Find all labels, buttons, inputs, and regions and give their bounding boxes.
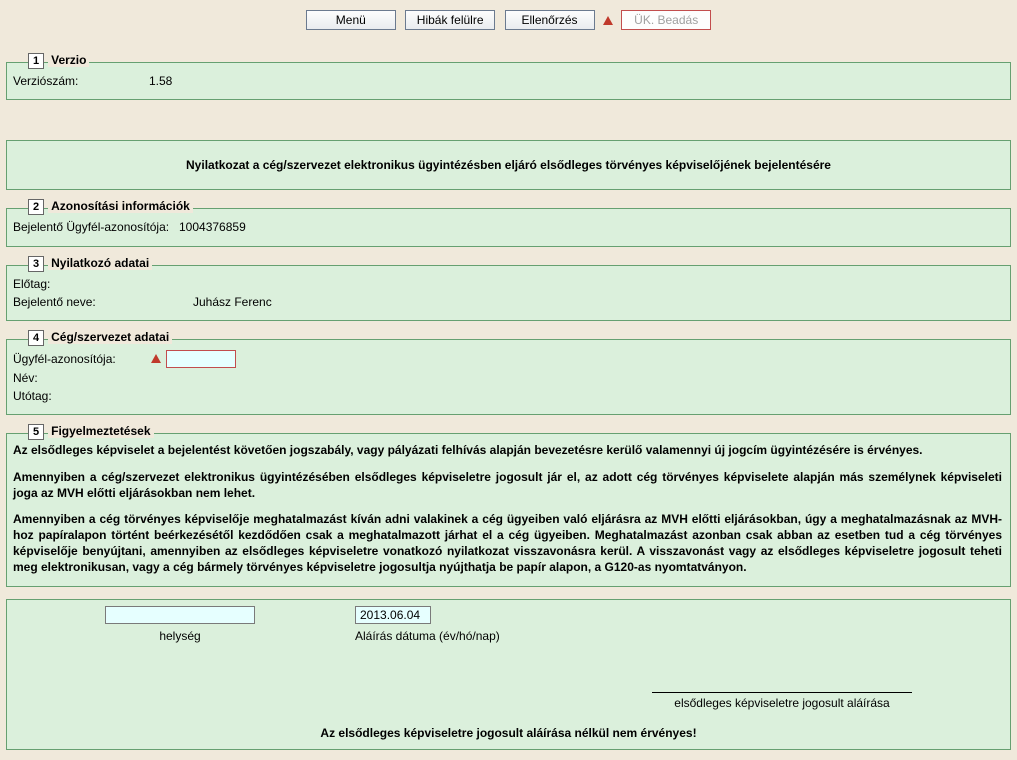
org-name-label: Név: (13, 370, 143, 386)
declaration-title-panel: Nyilatkozat a cég/szervezet elektronikus… (6, 140, 1011, 190)
section-number: 4 (28, 330, 44, 346)
section-identification: 2Azonosítási információk Bejelentő Ügyfé… (6, 208, 1011, 246)
declaration-title: Nyilatkozat a cég/szervezet elektronikus… (15, 151, 1002, 179)
toolbar: Menü Hibák felülre Ellenőrzés ÜK. Beadás (6, 6, 1011, 44)
place-input[interactable] (105, 606, 255, 624)
section-title: Figyelmeztetések (48, 424, 153, 438)
date-label: Aláírás dátuma (év/hó/nap) (355, 628, 500, 644)
section-organization: 4Cég/szervezet adatai Ügyfél-azonosítója… (6, 339, 1011, 415)
date-input[interactable]: 2013.06.04 (355, 606, 431, 624)
declarant-name-value: Juhász Ferenc (143, 294, 272, 310)
section-title: Azonosítási információk (48, 199, 193, 213)
section-number: 5 (28, 424, 44, 440)
section-legend: 5 Figyelmeztetések (28, 424, 154, 440)
signature-line: elsődleges képviseletre jogosult aláírás… (652, 692, 912, 711)
section-version: 1Verzio Verziószám: 1.58 (6, 62, 1011, 100)
version-label: Verziószám: (13, 73, 143, 89)
section-number: 3 (28, 256, 44, 272)
section-legend: 4 Cég/szervezet adatai (28, 330, 172, 346)
submit-button: ÜK. Beadás (621, 10, 711, 30)
date-column: 2013.06.04 Aláírás dátuma (év/hó/nap) (355, 606, 500, 644)
place-column: helység (105, 606, 255, 644)
section-signing: helység 2013.06.04 Aláírás dátuma (év/hó… (6, 599, 1011, 751)
check-button[interactable]: Ellenőrzés (505, 10, 595, 30)
section-number: 1 (28, 53, 44, 69)
warning-paragraph: Amennyiben a cég/szervezet elektronikus … (13, 469, 1002, 501)
menu-button[interactable]: Menü (306, 10, 396, 30)
errors-up-button[interactable]: Hibák felülre (405, 10, 495, 30)
section-title: Nyilatkozó adatai (48, 256, 152, 270)
warning-icon (603, 16, 613, 25)
section-legend: 3 Nyilatkozó adatai (28, 256, 152, 272)
org-suffix-label: Utótag: (13, 388, 143, 404)
warning-paragraph: Az elsődleges képviselet a bejelentést k… (13, 442, 1002, 458)
section-number: 2 (28, 199, 44, 215)
client-id-label: Bejelentő Ügyfél-azonosítója: (13, 219, 173, 235)
declarant-name-label: Bejelentő neve: (13, 294, 143, 310)
signing-bottom-warning: Az elsődleges képviseletre jogosult aláí… (15, 725, 1002, 741)
version-value: 1.58 (143, 73, 172, 89)
prefix-label: Előtag: (13, 276, 143, 292)
section-declarant: 3Nyilatkozó adatai Előtag: Bejelentő nev… (6, 265, 1011, 321)
warning-icon (151, 354, 161, 363)
org-id-label: Ügyfél-azonosítója: (13, 351, 143, 367)
section-legend: 2 Azonosítási információk (28, 199, 193, 215)
section-title: Cég/szervezet adatai (48, 330, 172, 344)
section-title: Verzio (48, 53, 89, 67)
section-warnings: 5Figyelmeztetések Az elsődleges képvisel… (6, 433, 1011, 586)
org-id-input[interactable] (166, 350, 236, 368)
warning-paragraph: Amennyiben a cég törvényes képviselője m… (13, 511, 1002, 576)
client-id-value: 1004376859 (173, 219, 246, 235)
place-label: helység (105, 628, 255, 644)
section-legend: 1 Verzio (28, 53, 89, 69)
